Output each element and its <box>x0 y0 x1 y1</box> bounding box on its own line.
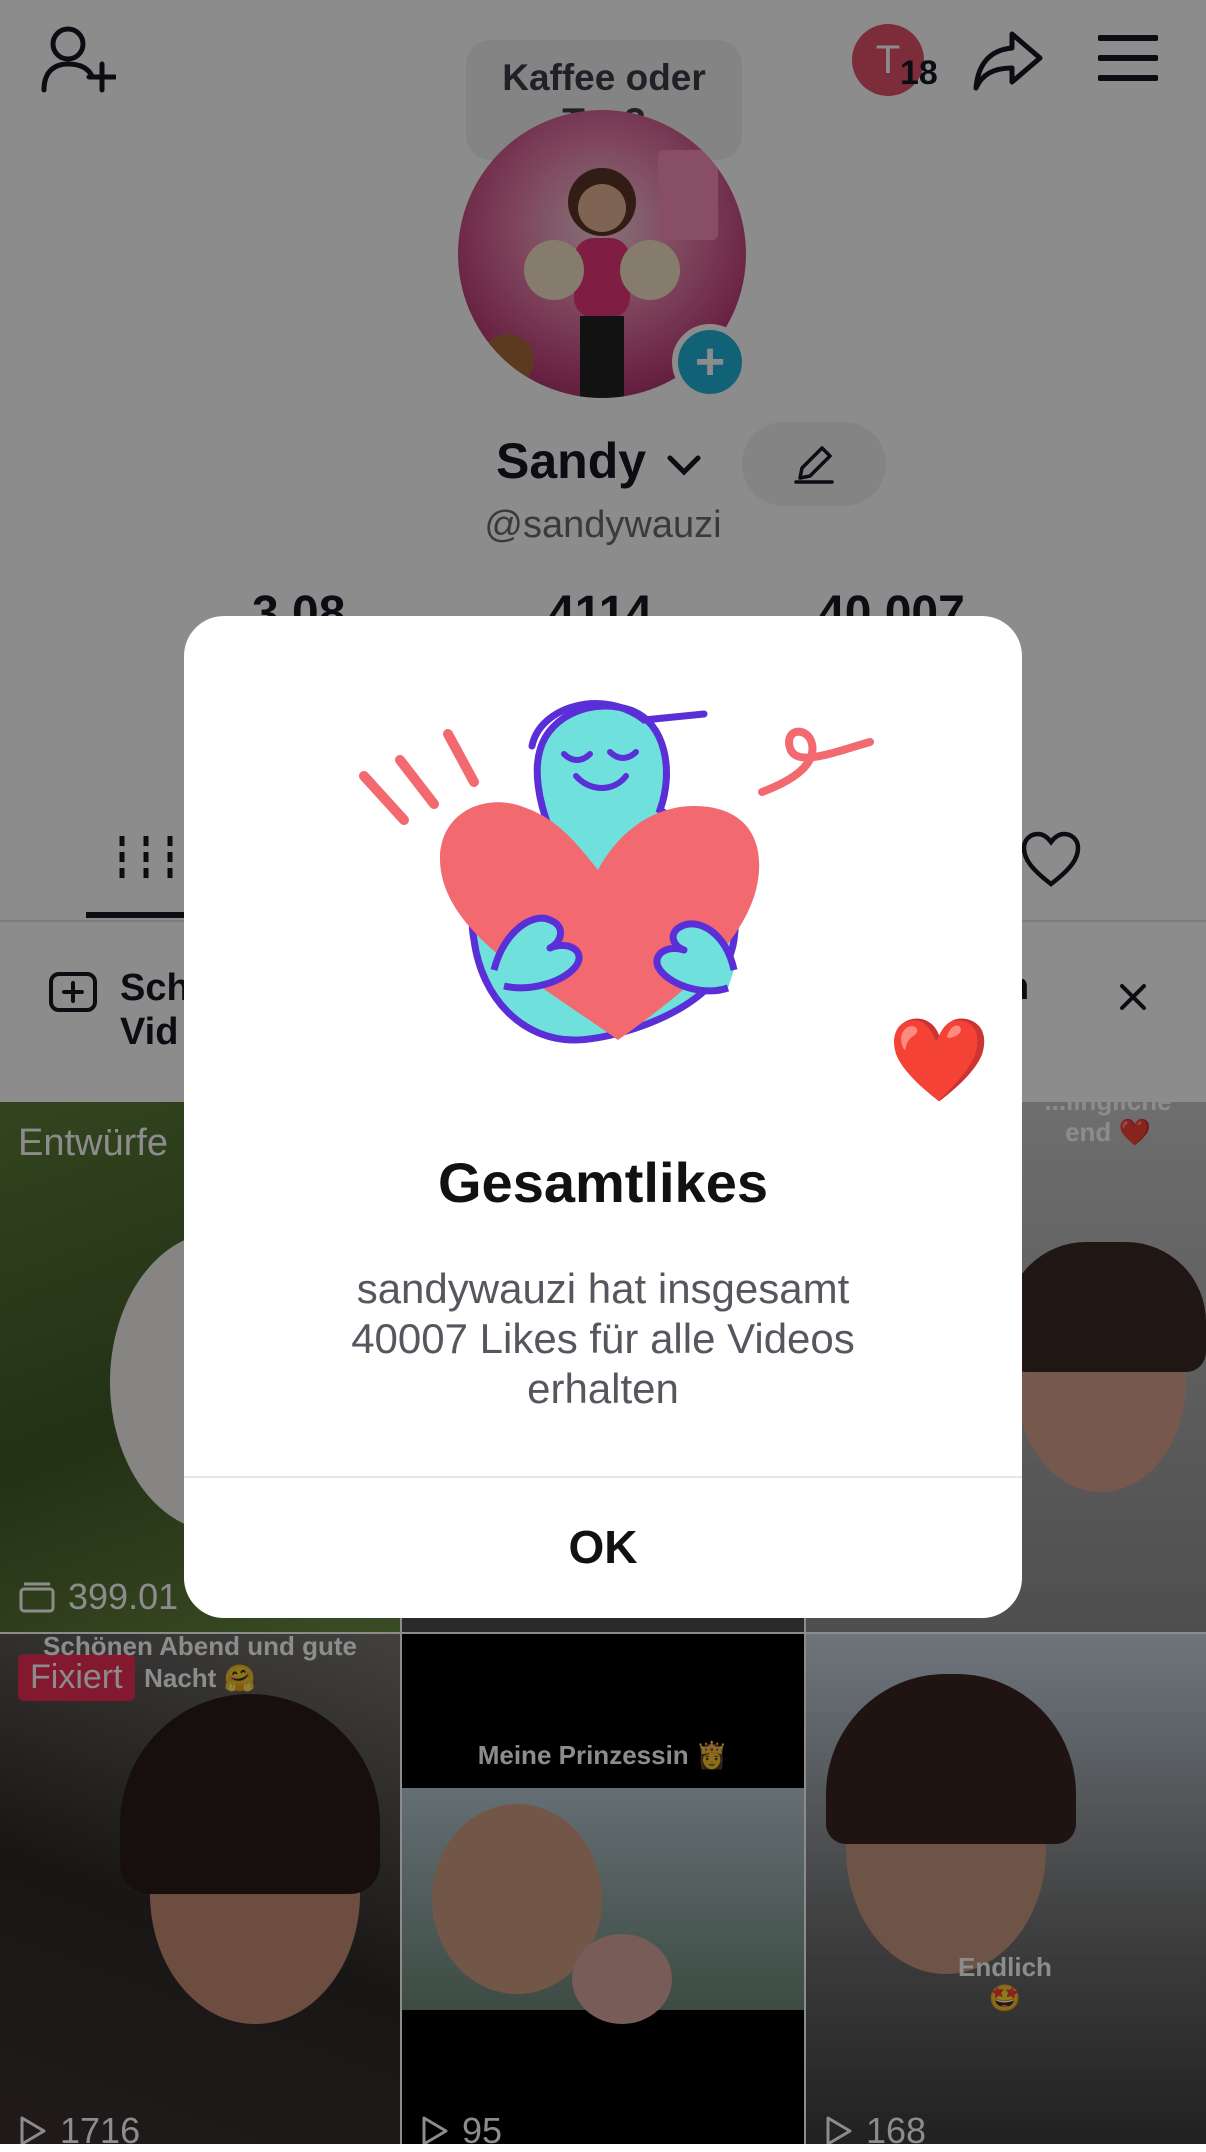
heart-emoji: ❤️ <box>888 1015 991 1106</box>
ok-button[interactable]: OK <box>184 1478 1022 1616</box>
hug-heart-illustration <box>354 680 874 1065</box>
dialog-message: sandywauzi hat insgesamt 40007 Likes für… <box>351 1265 855 1412</box>
dialog-title: Gesamtlikes <box>438 1151 768 1214</box>
